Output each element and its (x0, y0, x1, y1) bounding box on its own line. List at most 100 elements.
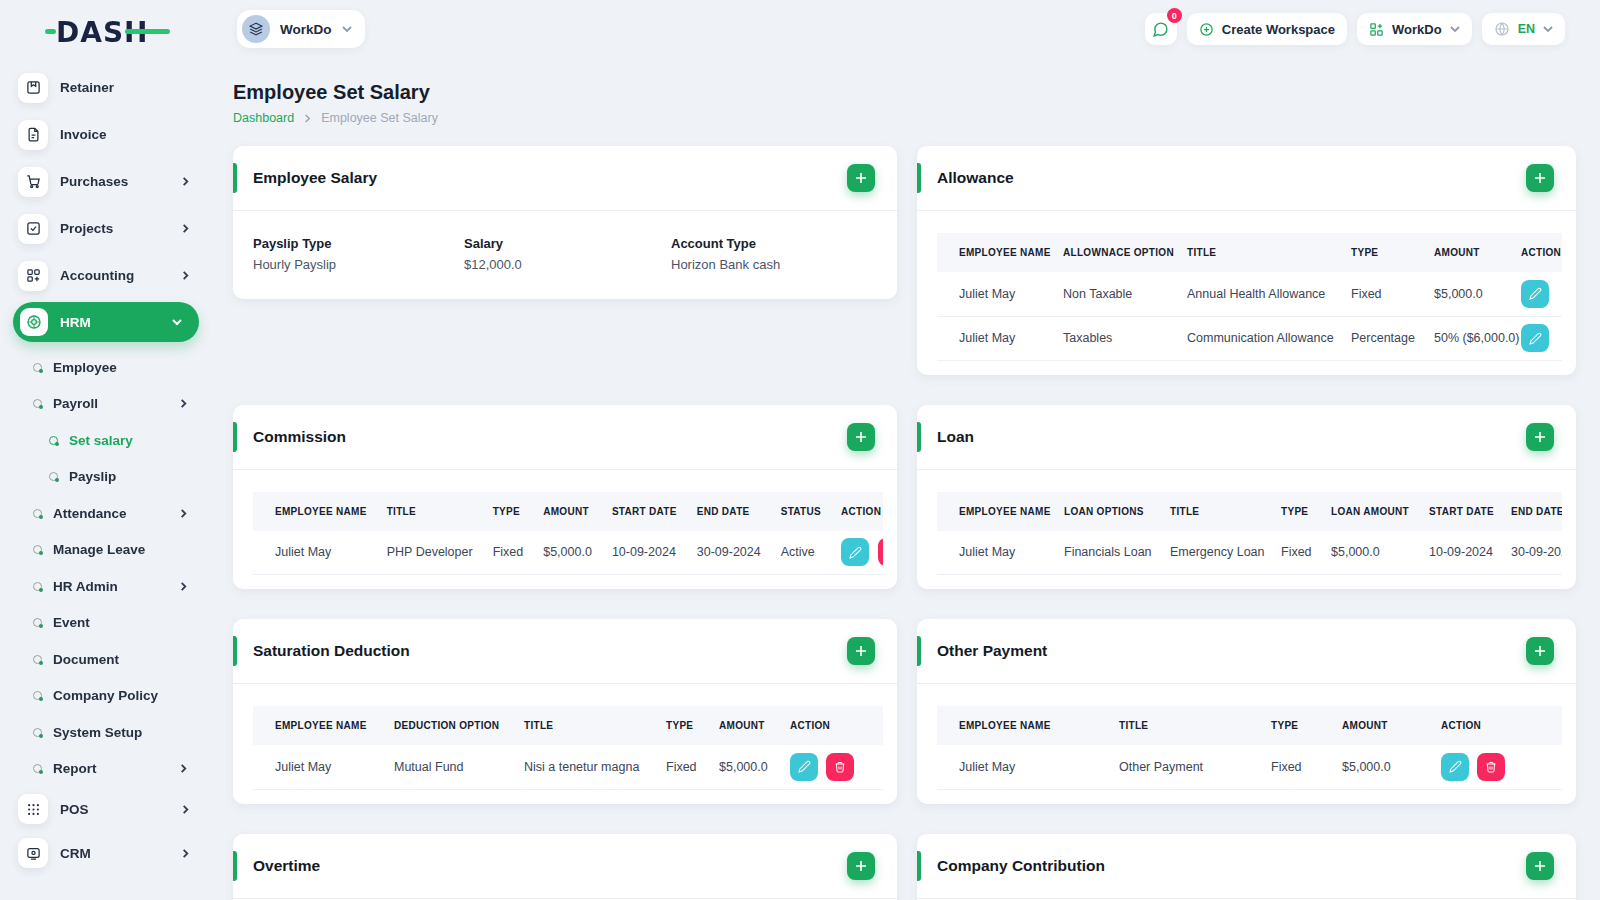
workspace-switcher[interactable]: WorkDo (237, 10, 365, 48)
other-payment-card: Other Payment EMPLOYEE NAME TITLE TYPE A… (917, 619, 1576, 804)
card-title: Commission (253, 428, 346, 446)
pos-grid-icon (18, 794, 48, 824)
invoice-icon (18, 120, 48, 150)
crm-icon (18, 838, 48, 868)
bullet-icon (33, 618, 42, 627)
hrm-icon (20, 308, 48, 336)
language-button[interactable]: EN (1482, 13, 1565, 45)
chevron-right-icon (179, 764, 188, 773)
card-title: Saturation Deduction (253, 642, 410, 660)
allowance-card: Allowance EMPLOYEE NAME ALLOWNACE OPTION… (917, 146, 1576, 375)
sidebar-subitem-document[interactable]: Document (0, 641, 210, 678)
retainer-icon (18, 73, 48, 103)
brand-logo[interactable]: DASH (56, 16, 149, 49)
sidebar-item-retainer[interactable]: Retainer (0, 64, 210, 111)
breadcrumb-dashboard-link[interactable]: Dashboard (233, 111, 294, 125)
cart-icon (18, 167, 48, 197)
sidebar-subitem-set-salary[interactable]: Set salary (0, 422, 210, 459)
chevron-down-icon (342, 24, 352, 34)
sidebar-item-invoice[interactable]: Invoice (0, 111, 210, 158)
sidebar-subitem-manage-leave[interactable]: Manage Leave (0, 532, 210, 569)
delete-button[interactable] (1477, 753, 1505, 781)
card-title: Other Payment (937, 642, 1047, 660)
add-allowance-button[interactable] (1526, 164, 1554, 192)
table-row: Juliet May PHP Developer Fixed $5,000.0 … (253, 531, 883, 575)
topbar: WorkDo 0 Create Workspace WorkDo EN (233, 0, 1576, 62)
edit-button[interactable] (1521, 324, 1549, 352)
card-title: Allowance (937, 169, 1014, 187)
bullet-icon (33, 363, 42, 372)
card-title: Company Contribution (937, 857, 1105, 875)
bullet-icon (49, 472, 58, 481)
bullet-icon (33, 655, 42, 664)
table-row: Juliet May Other Payment Fixed $5,000.0 (937, 745, 1562, 789)
loan-card: Loan EMPLOYEE NAME LOAN OPTIONS TITLE TY… (917, 405, 1576, 590)
workspace-grid-icon (1369, 22, 1384, 37)
bullet-icon (49, 436, 58, 445)
saturation-deduction-table: EMPLOYEE NAME DEDUCTION OPTION TITLE TYP… (253, 706, 883, 790)
chevron-right-icon (179, 509, 188, 518)
delete-button[interactable] (878, 538, 883, 566)
chevron-right-icon (181, 224, 190, 233)
loan-table: EMPLOYEE NAME LOAN OPTIONS TITLE TYPE LO… (937, 492, 1562, 576)
messages-button[interactable]: 0 (1145, 13, 1177, 45)
edit-button[interactable] (1521, 280, 1549, 308)
logo-dash-left (45, 29, 56, 34)
plus-circle-icon (1199, 22, 1214, 37)
delete-button[interactable] (826, 753, 854, 781)
chevron-right-icon (179, 399, 188, 408)
sidebar-subitem-report[interactable]: Report (0, 751, 210, 788)
chevron-right-icon (181, 271, 190, 280)
check-square-icon (18, 214, 48, 244)
add-overtime-button[interactable] (847, 852, 875, 880)
sidebar-subitem-hr-admin[interactable]: HR Admin (0, 568, 210, 605)
chevron-right-icon (181, 177, 190, 186)
edit-button[interactable] (790, 753, 818, 781)
account-type-field: Account Type Horizon Bank cash (671, 236, 877, 272)
payslip-type-field: Payslip Type Hourly Payslip (253, 236, 464, 272)
add-saturation-deduction-button[interactable] (847, 637, 875, 665)
table-row: Juliet May Mutual Fund Nisi a tenetur ma… (253, 745, 883, 789)
chevron-right-icon (181, 849, 190, 858)
add-loan-button[interactable] (1526, 423, 1554, 451)
company-contribution-card: Company Contribution (917, 834, 1576, 900)
table-row: Juliet May Non Taxable Annual Health All… (937, 272, 1562, 316)
chevron-down-icon (1543, 24, 1553, 34)
card-title: Overtime (253, 857, 320, 875)
sidebar-subitem-event[interactable]: Event (0, 605, 210, 642)
sidebar-subitem-payslip[interactable]: Payslip (0, 459, 210, 496)
bullet-icon (33, 545, 42, 554)
chevron-down-icon (172, 317, 182, 327)
sidebar-item-hrm[interactable]: HRM (13, 302, 199, 342)
add-commission-button[interactable] (847, 423, 875, 451)
sidebar-item-purchases[interactable]: Purchases (0, 158, 210, 205)
sidebar-subitem-company-policy[interactable]: Company Policy (0, 678, 210, 715)
page-title: Employee Set Salary (233, 81, 1576, 104)
edit-button[interactable] (1441, 753, 1469, 781)
workdo-menu-button[interactable]: WorkDo (1357, 13, 1472, 45)
allowance-table: EMPLOYEE NAME ALLOWNACE OPTION TITLE TYP… (937, 233, 1562, 361)
create-workspace-button[interactable]: Create Workspace (1187, 13, 1347, 45)
grid-plus-icon (18, 261, 48, 291)
globe-icon (1494, 21, 1510, 37)
sidebar-subitem-payroll[interactable]: Payroll (0, 386, 210, 423)
sidebar-item-projects[interactable]: Projects (0, 205, 210, 252)
sidebar-item-pos[interactable]: POS (0, 787, 210, 831)
bullet-icon (33, 582, 42, 591)
bullet-icon (33, 728, 42, 737)
add-employee-salary-button[interactable] (847, 164, 875, 192)
breadcrumb: Dashboard Employee Set Salary (233, 111, 1576, 125)
add-other-payment-button[interactable] (1526, 637, 1554, 665)
sidebar-item-accounting[interactable]: Accounting (0, 252, 210, 299)
sidebar-item-crm[interactable]: CRM (0, 831, 210, 875)
edit-button[interactable] (841, 538, 869, 566)
commission-table: EMPLOYEE NAME TITLE TYPE AMOUNT START DA… (253, 492, 883, 576)
main-content: WorkDo 0 Create Workspace WorkDo EN (210, 0, 1600, 900)
bullet-icon (33, 399, 42, 408)
sidebar-subitem-system-setup[interactable]: System Setup (0, 714, 210, 751)
sidebar-subitem-attendance[interactable]: Attendance (0, 495, 210, 532)
chevron-right-icon (179, 582, 188, 591)
sidebar-subitem-employee[interactable]: Employee (0, 349, 210, 386)
add-company-contribution-button[interactable] (1526, 852, 1554, 880)
chevron-right-icon (181, 805, 190, 814)
